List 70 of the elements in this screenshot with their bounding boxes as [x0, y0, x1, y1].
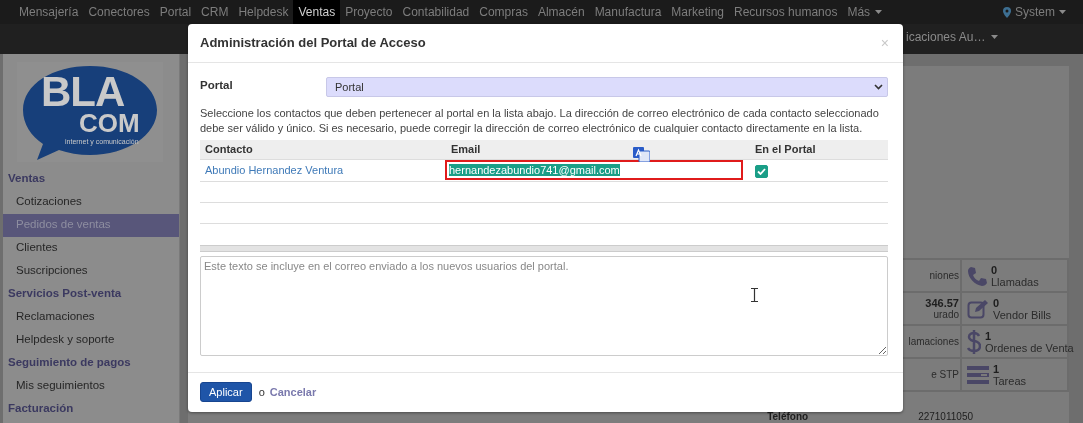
sidebar-item[interactable]: Mis seguimientos	[3, 375, 179, 398]
edit-icon	[967, 298, 989, 319]
nav-item[interactable]: Mensajería	[14, 0, 84, 24]
stat-button[interactable]: 1 Tareas	[961, 358, 1068, 391]
field-label: Teléfono	[767, 412, 809, 422]
nav-item[interactable]: Portal	[154, 0, 197, 24]
portal-select[interactable]: Portal	[326, 76, 888, 97]
stat-label: Tareas	[993, 374, 1027, 387]
stat-label: Llamadas	[991, 275, 1039, 288]
caret-icon	[1059, 10, 1066, 14]
field-label: Portal	[200, 77, 234, 91]
stat-label: e STP	[931, 368, 959, 381]
email-field[interactable]: hernandezabundio741@gmail.com	[445, 160, 743, 181]
dialog-title: Administración del Portal de Acceso	[200, 35, 426, 51]
section-heading: Seguimiento de pagos	[7, 355, 132, 370]
section-heading: Ventas	[7, 171, 47, 186]
nav-item[interactable]: Ventas	[293, 0, 341, 24]
sidebar-item[interactable]: Clientes	[3, 237, 179, 260]
phone-icon	[967, 265, 987, 286]
translate-icon	[633, 147, 650, 162]
stat-value: 346.57	[925, 296, 959, 309]
tasks-icon	[967, 365, 989, 384]
stat-label: Vendor Bills	[993, 308, 1052, 321]
sidebar-item[interactable]: Suscripciones	[3, 260, 179, 283]
menu-item[interactable]: icaciones Au…	[906, 30, 999, 44]
caret-icon	[991, 35, 999, 39]
more-menu[interactable]: Más	[842, 0, 888, 24]
nav-item[interactable]: CRM	[196, 0, 234, 24]
stat-value: 1	[985, 329, 993, 342]
or-text: o	[258, 386, 265, 399]
stat-button[interactable]: 0 Llamadas	[961, 259, 1068, 292]
contact-link[interactable]: Abundio Hernandez Ventura	[200, 164, 446, 177]
stat-label: urado	[933, 308, 959, 321]
location-pin-icon	[1003, 6, 1011, 18]
sidebar-item[interactable]: Reclamaciones	[3, 306, 179, 329]
message-field[interactable]: Este texto se incluye en el correo enviado a los nuevos usuarios del portal.	[200, 255, 888, 356]
user-menu[interactable]: System	[998, 0, 1071, 24]
stat-value: 1	[993, 362, 1001, 375]
nav-item[interactable]: Compras	[474, 0, 533, 24]
section-heading: Servicios Post-venta	[7, 286, 123, 301]
stat-button[interactable]: 0 Vendor Bills	[961, 292, 1068, 325]
sidebar-item[interactable]: Cotizaciones	[3, 191, 179, 214]
checkmark-icon	[757, 168, 766, 176]
help-text: Seleccione los contactos que deben pertenecer al portal en la lista abajo. La dirección de correo electrónico de cada contacto seleccionado debe ser válido y único. Si es necesario, puede corregir la dirección de correo electrónico de cualquier contacto directamente en la lista.	[200, 105, 880, 136]
apply-button[interactable]: Aplicar	[200, 382, 252, 403]
checkbox[interactable]	[755, 165, 768, 179]
section-heading: Facturación	[7, 401, 75, 416]
nav-item[interactable]: Conectores	[83, 0, 155, 24]
stat-label: lamaciones	[908, 335, 959, 348]
nav-item[interactable]: Marketing	[666, 0, 729, 24]
nav-item[interactable]: Proyecto	[340, 0, 398, 24]
nav-item[interactable]: Helpdesk	[233, 0, 294, 24]
cancel-link[interactable]: Cancelar	[269, 386, 317, 399]
stat-label: niones	[929, 269, 959, 282]
nav-item[interactable]: Almacén	[532, 0, 590, 24]
caret-icon	[875, 10, 883, 14]
nav-item[interactable]: Manufactura	[589, 0, 667, 24]
stat-label: Ordenes de Venta	[985, 341, 1074, 354]
stat-value: 0	[991, 263, 999, 276]
dollar-icon	[967, 329, 981, 354]
column-header: Contacto	[205, 143, 253, 156]
column-header: En el Portal	[755, 143, 816, 156]
stat-value: 0	[993, 296, 1001, 309]
column-header: Email	[451, 143, 481, 156]
nav-item[interactable]: Contabilidad	[397, 0, 475, 24]
text-cursor-icon	[751, 288, 758, 302]
field-value: 2271011050	[918, 412, 973, 422]
nav-item[interactable]: Recursos humanos	[729, 0, 843, 24]
chevron-down-icon	[874, 83, 883, 90]
sidebar-item[interactable]: Helpdesk y soporte	[3, 329, 179, 352]
